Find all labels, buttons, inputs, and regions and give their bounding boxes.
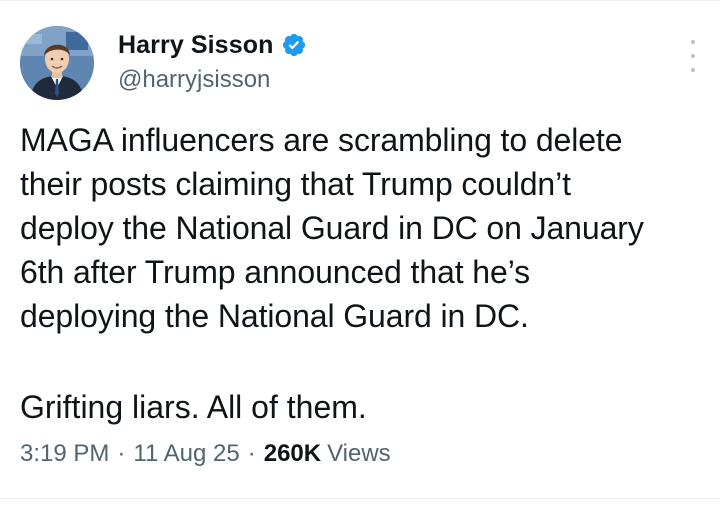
user-handle[interactable]: @harryjsisson	[118, 66, 307, 94]
avatar[interactable]	[20, 26, 94, 100]
display-name[interactable]: Harry Sisson	[118, 31, 273, 60]
author-info: Harry Sisson @harryjsisson	[118, 28, 307, 94]
tweet-meta: 3:19 PM · 11 Aug 25 · 260K Views	[20, 440, 391, 468]
views-label: Views	[327, 440, 391, 467]
tweet-text-second: Grifting liars. All of them.	[20, 389, 367, 425]
more-dot-3	[691, 68, 695, 72]
views-count[interactable]: 260K	[264, 440, 321, 468]
meta-separator-2: ·	[247, 440, 256, 467]
more-vertical-icon[interactable]	[686, 40, 700, 72]
more-dot-1	[691, 40, 695, 44]
top-divider	[0, 0, 720, 1]
tweet-time[interactable]: 3:19 PM	[20, 440, 109, 468]
meta-separator: ·	[117, 440, 126, 467]
tweet-header: Harry Sisson @harryjsisson	[20, 26, 700, 102]
profile-photo-icon	[20, 26, 94, 100]
more-dot-2	[691, 54, 695, 58]
name-row: Harry Sisson	[118, 28, 307, 62]
bottom-divider	[0, 498, 720, 499]
verified-badge-icon	[281, 32, 307, 58]
tweet-text: MAGA influencers are scrambling to delet…	[20, 122, 644, 334]
tweet-date[interactable]: 11 Aug 25	[133, 440, 239, 468]
